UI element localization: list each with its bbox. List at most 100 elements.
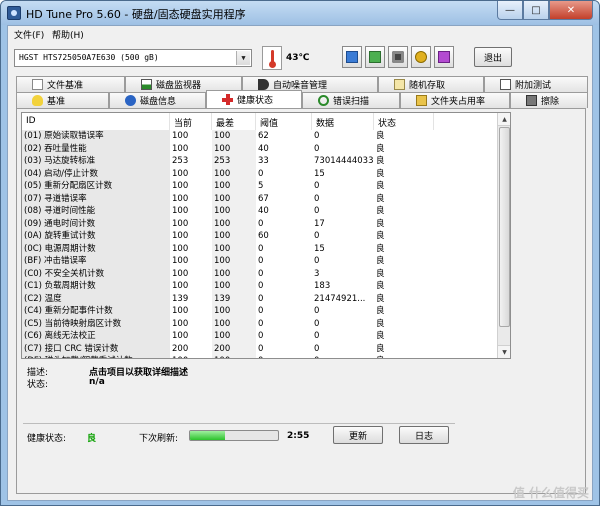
maximize-button[interactable]: □	[523, 1, 549, 20]
log-button[interactable]: 日志	[399, 426, 449, 444]
table-cell: 100	[172, 268, 189, 279]
menu-file[interactable]: 文件(F)	[14, 28, 44, 41]
table-cell: 139	[212, 292, 256, 305]
table-cell: 100	[212, 230, 256, 243]
table-row[interactable]: (03) 马达旋转标准 253 253 33 73014444033 良	[22, 155, 498, 168]
exit-button[interactable]: 退出	[474, 47, 512, 67]
table-cell: 15	[314, 243, 325, 254]
copy-all-button[interactable]	[365, 46, 385, 68]
table-cell: 良	[376, 131, 385, 141]
save-icon	[438, 51, 450, 63]
column-header-threshold[interactable]: 阈值	[256, 113, 312, 130]
column-header-current[interactable]: 当前	[170, 113, 212, 130]
table-cell: 0	[314, 306, 320, 316]
temperature-readout: 43℃	[286, 53, 310, 63]
table-cell: 0	[258, 256, 264, 266]
table-row[interactable]: (09) 通电时间计数 100 100 0 17 良	[22, 217, 498, 230]
lightbulb-icon	[32, 95, 43, 106]
minimize-button[interactable]: —	[497, 1, 523, 20]
table-cell: 0	[258, 168, 264, 179]
table-cell: 100	[172, 218, 189, 229]
table-cell: 100	[212, 317, 256, 330]
table-row[interactable]: (08) 寻道时间性能 100 100 40 0 良	[22, 205, 498, 218]
table-cell: (05) 重新分配扇区计数	[22, 180, 170, 193]
table-row[interactable]: (BF) 冲击错误率 100 100 0 0 良	[22, 255, 498, 268]
refresh-button[interactable]: 更新	[333, 426, 383, 444]
table-cell: 0	[314, 318, 320, 329]
table-cell: (03) 马达旋转标准	[22, 155, 170, 168]
table-cell: 良	[376, 218, 385, 229]
tab-disk-info[interactable]: 磁盘信息	[109, 92, 206, 108]
tab-file-benchmark[interactable]: 文件基准	[16, 76, 125, 92]
table-cell: (04) 启动/停止计数	[22, 167, 170, 180]
table-cell: 0	[258, 243, 264, 254]
table-cell: 0	[258, 331, 264, 341]
table-cell: (0A) 旋转重试计数	[22, 230, 170, 243]
tab-erase[interactable]: 擦除	[510, 92, 588, 108]
table-cell: 183	[314, 281, 331, 291]
table-row[interactable]: (02) 吞吐量性能 100 100 40 0 良	[22, 142, 498, 155]
table-cell: 100	[172, 181, 189, 191]
table-cell: 良	[376, 281, 385, 291]
table-cell: 100	[212, 205, 256, 218]
tab-health[interactable]: 健康状态	[206, 90, 302, 108]
table-row[interactable]: (DF) 磁头加载/卸载重试计数10010000良	[22, 355, 498, 358]
table-cell: 17	[314, 218, 325, 229]
table-row[interactable]: (C1) 负载周期计数 100 100 0 183 良	[22, 280, 498, 293]
table-row[interactable]: (04) 启动/停止计数 100 100 0 15 良	[22, 167, 498, 180]
title-bar[interactable]: HD Tune Pro 5.60 - 硬盘/固态硬盘实用程序 — □ ✕	[1, 1, 599, 25]
table-row[interactable]: (C6) 离线无法校正 100 100 0 0 良	[22, 330, 498, 343]
table-cell: 良	[376, 206, 385, 216]
table-row[interactable]: (C0) 不安全关机计数 100 100 0 3 良	[22, 267, 498, 280]
chevron-down-icon[interactable]: ▼	[236, 51, 250, 65]
tab-benchmark[interactable]: 基准	[16, 92, 109, 108]
table-cell: 73014444033	[314, 156, 374, 166]
table-cell: (02) 吞吐量性能	[22, 142, 170, 155]
column-header-id[interactable]: ID	[22, 113, 170, 130]
table-cell: (09) 通电时间计数	[22, 217, 170, 230]
table-cell: (0C) 电源周期计数	[22, 242, 170, 255]
folder-icon	[416, 95, 427, 106]
table-cell: 100	[212, 167, 256, 180]
window-controls: — □ ✕	[497, 1, 593, 20]
extra-tests-icon	[500, 79, 511, 90]
tab-label: 文件夹占用率	[431, 97, 486, 107]
table-cell: 良	[376, 231, 385, 241]
scroll-up-icon[interactable]: ▲	[498, 113, 510, 126]
scroll-down-icon[interactable]: ▼	[498, 345, 510, 358]
menu-help[interactable]: 帮助(H)	[52, 28, 84, 41]
column-header-status[interactable]: 状态	[374, 113, 434, 130]
smart-table[interactable]: ID 当前 最差 阈值 数据 状态 (01) 原始读取错误率 100 100 62 0 良…	[21, 112, 511, 359]
table-row[interactable]: (C4) 重新分配事件计数 100 100 0 0 良	[22, 305, 498, 318]
tab-label: 错误扫描	[333, 97, 370, 107]
table-cell: 0	[314, 131, 320, 141]
column-header-worst[interactable]: 最差	[212, 113, 256, 130]
drive-select[interactable]: HGST HTS725050A7E630 (500 gB) ▼	[14, 49, 252, 67]
table-cell: 100	[212, 330, 256, 343]
table-header: ID 当前 最差 阈值 数据 状态	[22, 113, 498, 130]
tab-random-access[interactable]: 随机存取	[378, 76, 484, 92]
tab-error-scan[interactable]: 错误扫描	[302, 92, 400, 108]
table-cell: 良	[376, 156, 385, 166]
tab-extra-tests[interactable]: 附加测试	[484, 76, 588, 92]
table-row[interactable]: (0C) 电源周期计数 100 100 0 15 良	[22, 242, 498, 255]
column-header-data[interactable]: 数据	[312, 113, 374, 130]
table-row[interactable]: (C2) 温度 139 139 0 21474921... 良	[22, 292, 498, 305]
table-row[interactable]: (C7) 接口 CRC 错误计数 200 200 0 0 良	[22, 342, 498, 355]
table-cell: 100	[172, 206, 189, 216]
options-button[interactable]	[411, 46, 431, 68]
tab-folder-usage[interactable]: 文件夹占用率	[400, 92, 510, 108]
save-button[interactable]	[434, 46, 454, 68]
table-cell: 0	[258, 293, 264, 304]
tab-label: 磁盘监视器	[156, 81, 202, 91]
table-row[interactable]: (07) 寻道错误率 100 100 67 0 良	[22, 192, 498, 205]
table-row[interactable]: (C5) 当前待映射扇区计数 100 100 0 0 良	[22, 317, 498, 330]
table-row[interactable]: (01) 原始读取错误率 100 100 62 0 良	[22, 130, 498, 143]
screenshot-button[interactable]	[388, 46, 408, 68]
close-button[interactable]: ✕	[549, 1, 593, 20]
scroll-thumb[interactable]	[499, 127, 510, 327]
copy-button[interactable]	[342, 46, 362, 68]
table-scrollbar[interactable]: ▲ ▼	[497, 113, 510, 358]
table-row[interactable]: (0A) 旋转重试计数 100 100 60 0 良	[22, 230, 498, 243]
table-row[interactable]: (05) 重新分配扇区计数 100 100 5 0 良	[22, 180, 498, 193]
